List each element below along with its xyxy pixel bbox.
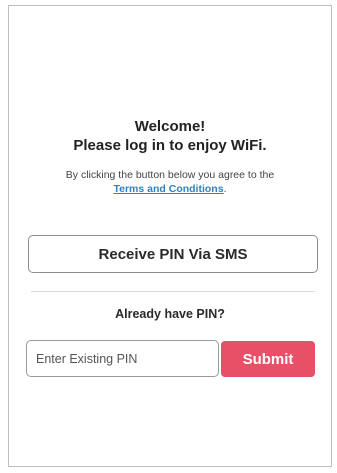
already-have-pin-label: Already have PIN? — [115, 307, 225, 321]
welcome-subtitle: Please log in to enjoy WiFi. — [73, 137, 267, 154]
welcome-title: Welcome! — [134, 118, 206, 135]
receive-pin-sms-button[interactable]: Receive PIN Via SMS — [28, 235, 318, 273]
welcome-heading: Welcome! Please log in to enjoy WiFi. — [9, 117, 331, 155]
section-divider — [31, 291, 315, 292]
terms-link[interactable]: Terms and Conditions — [114, 183, 224, 195]
agreement-suffix: . — [223, 183, 227, 195]
login-card: Welcome! Please log in to enjoy WiFi. By… — [8, 5, 332, 467]
existing-pin-input[interactable] — [26, 340, 219, 377]
agreement-label: By clicking the button below you agree t… — [65, 169, 275, 181]
submit-button[interactable]: Submit — [221, 341, 315, 377]
agreement-text: By clicking the button below you agree t… — [23, 168, 317, 196]
